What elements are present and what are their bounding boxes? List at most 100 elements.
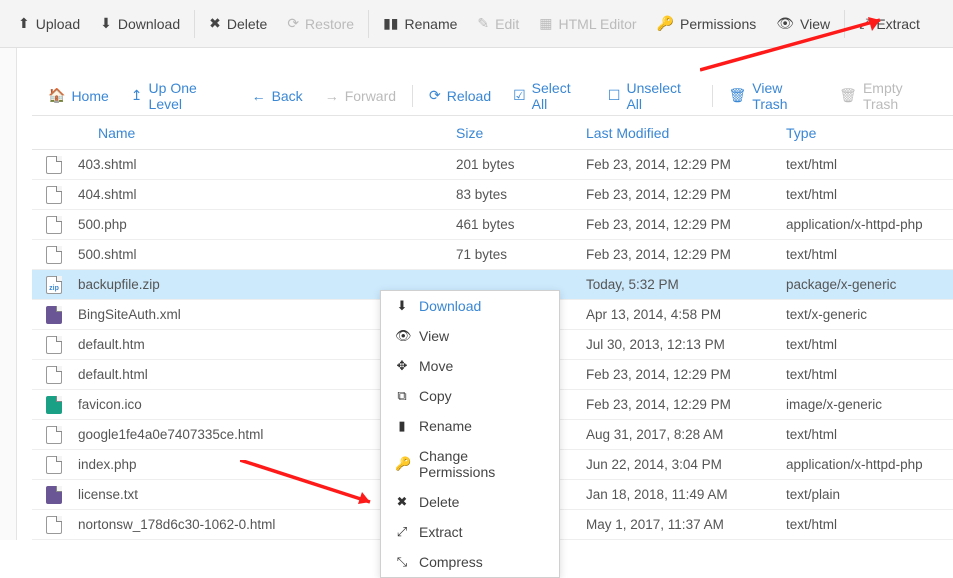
col-size[interactable]: Size: [456, 125, 586, 141]
unselect-all-button[interactable]: ☐Unselect All: [598, 76, 706, 115]
ctx-copy[interactable]: ⧉ Copy: [381, 381, 559, 411]
trash-icon: 🗑: [729, 87, 747, 104]
edit-label: Edit: [495, 16, 519, 32]
ctx-view[interactable]: 👁View: [381, 321, 559, 351]
rename-icon: ▮▮: [383, 15, 398, 32]
table-row[interactable]: 500.php461 bytesFeb 23, 2014, 12:29 PMap…: [32, 210, 953, 240]
html-editor-icon: ▦: [539, 15, 552, 32]
upload-button[interactable]: ⬆Upload: [8, 0, 90, 47]
compress-icon: ⤡: [395, 554, 409, 570]
back-button[interactable]: ←Back: [242, 76, 313, 115]
view-label: View: [800, 16, 830, 32]
file-type: application/x-httpd-php: [786, 457, 953, 472]
file-type-icon: [46, 426, 62, 444]
select-all-button[interactable]: ☑Select All: [503, 76, 596, 115]
file-name: default.html: [78, 367, 148, 382]
ctx-extract-label: Extract: [419, 524, 463, 540]
ctx-extract[interactable]: ⤢Extract: [381, 517, 559, 547]
top-toolbar: ⬆Upload ⬇ Download ✖Delete ⟳Restore ▮▮Ren…: [0, 0, 953, 48]
file-modified: Feb 23, 2014, 12:29 PM: [586, 247, 786, 262]
edit-icon: ✎: [477, 15, 489, 32]
extract-button[interactable]: ⤢Extract: [849, 0, 930, 47]
ctx-download-label: Download: [419, 298, 481, 314]
file-size: 201 bytes: [456, 157, 586, 172]
file-modified: Feb 23, 2014, 12:29 PM: [586, 157, 786, 172]
select-all-label: Select All: [532, 80, 586, 112]
ctx-download[interactable]: ⬇Download: [381, 291, 559, 321]
col-type[interactable]: Type: [786, 125, 953, 141]
file-name: license.txt: [78, 487, 138, 502]
copy-icon: ⧉: [395, 388, 409, 404]
file-type: text/plain: [786, 487, 953, 502]
back-label: Back: [272, 88, 303, 104]
rename-button[interactable]: ▮▮Rename: [373, 0, 467, 47]
ctx-view-label: View: [419, 328, 449, 344]
up-icon: ↥: [131, 87, 143, 104]
html-editor-label: HTML Editor: [559, 16, 637, 32]
view-trash-button[interactable]: 🗑 View Trash: [719, 76, 828, 115]
file-modified: Jan 18, 2018, 11:49 AM: [586, 487, 786, 502]
file-modified: Jul 30, 2013, 12:13 PM: [586, 337, 786, 352]
empty-trash-button: 🗑 Empty Trash: [829, 76, 947, 115]
download-label: Download: [118, 16, 180, 32]
ctx-compress-label: Compress: [419, 554, 483, 570]
file-type-icon: [46, 516, 62, 534]
file-size: 461 bytes: [456, 217, 586, 232]
table-row[interactable]: 404.shtml83 bytesFeb 23, 2014, 12:29 PMt…: [32, 180, 953, 210]
view-button[interactable]: 👁 View: [766, 0, 840, 47]
file-type-icon: [46, 306, 62, 324]
separator: [412, 85, 413, 107]
file-size: 83 bytes: [456, 187, 586, 202]
restore-button: ⟳Restore: [277, 0, 364, 47]
file-modified: Feb 23, 2014, 12:29 PM: [586, 397, 786, 412]
key-icon: 🔑: [657, 15, 674, 32]
forward-label: Forward: [345, 88, 396, 104]
col-modified[interactable]: Last Modified: [586, 125, 786, 141]
file-modified: May 1, 2017, 11:37 AM: [586, 517, 786, 532]
ctx-change-permissions-label: Change Permissions: [419, 448, 545, 480]
ctx-rename[interactable]: ▮Rename: [381, 411, 559, 441]
separator: [844, 10, 845, 38]
home-button[interactable]: 🏠Home: [38, 76, 119, 115]
download-icon: ⬇: [100, 15, 112, 32]
file-name: backupfile.zip: [78, 277, 160, 292]
download-button[interactable]: ⬇ Download: [90, 0, 190, 47]
ctx-move[interactable]: ✥Move: [381, 351, 559, 381]
table-row[interactable]: 403.shtml 201 bytesFeb 23, 2014, 12:29 PM…: [32, 150, 953, 180]
file-name: BingSiteAuth.xml: [78, 307, 181, 322]
ctx-copy-label: Copy: [419, 388, 452, 404]
delete-button[interactable]: ✖Delete: [199, 0, 277, 47]
file-type: package/x-generic: [786, 277, 953, 292]
ctx-delete[interactable]: ✖Delete: [381, 487, 559, 517]
ctx-compress[interactable]: ⤡ Compress: [381, 547, 559, 577]
file-modified: Feb 23, 2014, 12:29 PM: [586, 187, 786, 202]
file-type: application/x-httpd-php: [786, 217, 953, 232]
file-name: index.php: [78, 457, 137, 472]
file-size: 71 bytes: [456, 247, 586, 262]
empty-trash-label: Empty Trash: [863, 80, 937, 112]
file-modified: Feb 23, 2014, 12:29 PM: [586, 367, 786, 382]
table-row[interactable]: 500.shtml71 bytesFeb 23, 2014, 12:29 PMt…: [32, 240, 953, 270]
eye-icon: 👁: [776, 15, 794, 32]
forward-icon: →: [325, 88, 339, 104]
file-name: 500.shtml: [78, 247, 137, 262]
permissions-button[interactable]: 🔑 Permissions: [647, 0, 767, 47]
ctx-change-permissions[interactable]: 🔑Change Permissions: [381, 441, 559, 487]
view-trash-label: View Trash: [752, 80, 817, 112]
file-name: 403.shtml: [78, 157, 137, 172]
file-modified: Jun 22, 2014, 3:04 PM: [586, 457, 786, 472]
col-name[interactable]: Name: [76, 125, 456, 141]
file-type-icon: [46, 366, 62, 384]
up-one-level-button[interactable]: ↥Up One Level: [121, 76, 240, 115]
file-type-icon: [46, 216, 62, 234]
extract-icon: ⤢: [859, 15, 870, 32]
reload-button[interactable]: ⟳Reload: [419, 76, 501, 115]
separator: [194, 10, 195, 38]
home-label: Home: [71, 88, 108, 104]
upload-icon: ⬆: [18, 15, 30, 32]
file-modified: Today, 5:32 PM: [586, 277, 786, 292]
permissions-label: Permissions: [680, 16, 756, 32]
trash-icon: 🗑: [839, 87, 857, 104]
file-type-icon: [46, 336, 62, 354]
file-type-icon: [46, 186, 62, 204]
